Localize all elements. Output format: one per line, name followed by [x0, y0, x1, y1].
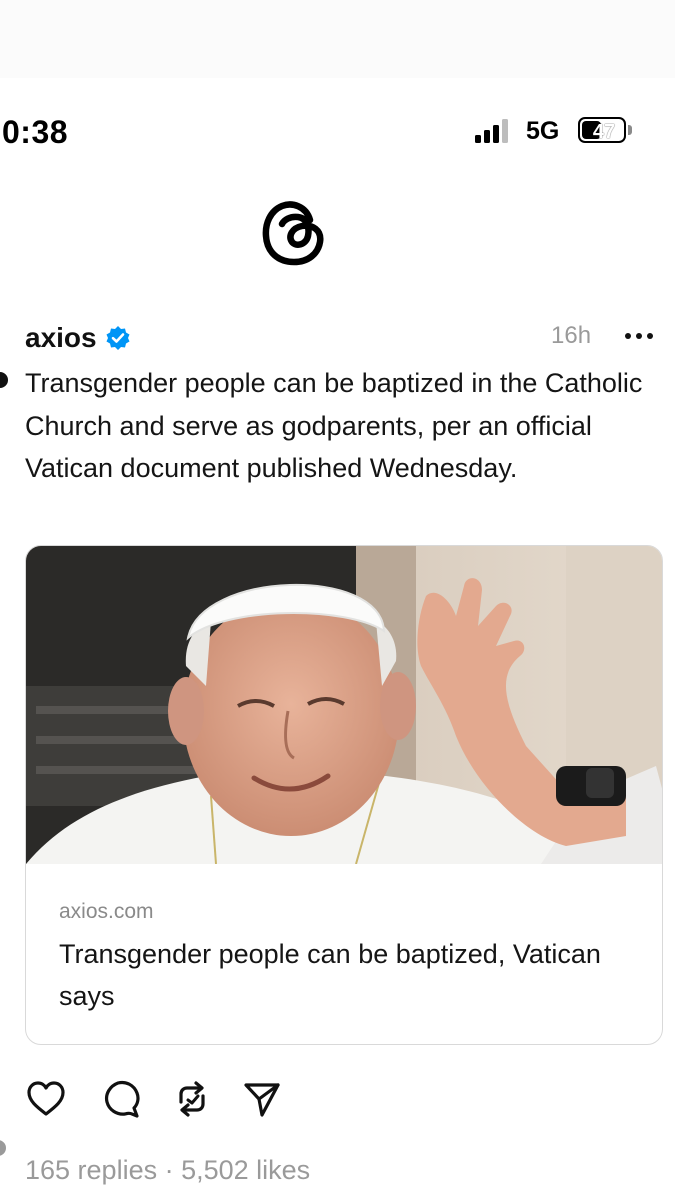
- battery-icon: 47: [578, 117, 634, 145]
- reply-icon[interactable]: [101, 1078, 143, 1120]
- post-stats[interactable]: 165 replies · 5,502 likes: [25, 1155, 310, 1186]
- threads-logo-icon[interactable]: [262, 196, 328, 268]
- battery-level: 47: [592, 121, 616, 143]
- repost-icon[interactable]: [171, 1078, 213, 1120]
- status-time: 0:38: [2, 114, 69, 150]
- top-band: [0, 0, 675, 78]
- like-icon[interactable]: [25, 1078, 67, 1120]
- avatar-edge: [0, 1140, 6, 1156]
- cellular-signal-icon: [475, 119, 508, 143]
- post-timestamp: 16h: [551, 322, 592, 349]
- network-type: 5G: [526, 117, 560, 145]
- link-title: Transgender people can be baptized, Vati…: [59, 939, 601, 1011]
- link-preview-card[interactable]: axios.com Transgender people can be bapt…: [25, 545, 663, 1045]
- more-horizontal-icon[interactable]: [622, 322, 656, 350]
- post-text: Transgender people can be baptized in th…: [25, 368, 643, 483]
- author-row: axios: [25, 320, 131, 356]
- status-bar: 0:38 5G 47: [0, 100, 675, 162]
- verified-badge-icon: [106, 326, 130, 350]
- pope-photo: [26, 546, 662, 864]
- share-icon[interactable]: [241, 1078, 283, 1120]
- link-domain: axios.com: [59, 900, 154, 923]
- username[interactable]: axios: [25, 322, 97, 354]
- thread-indicator: [0, 372, 8, 388]
